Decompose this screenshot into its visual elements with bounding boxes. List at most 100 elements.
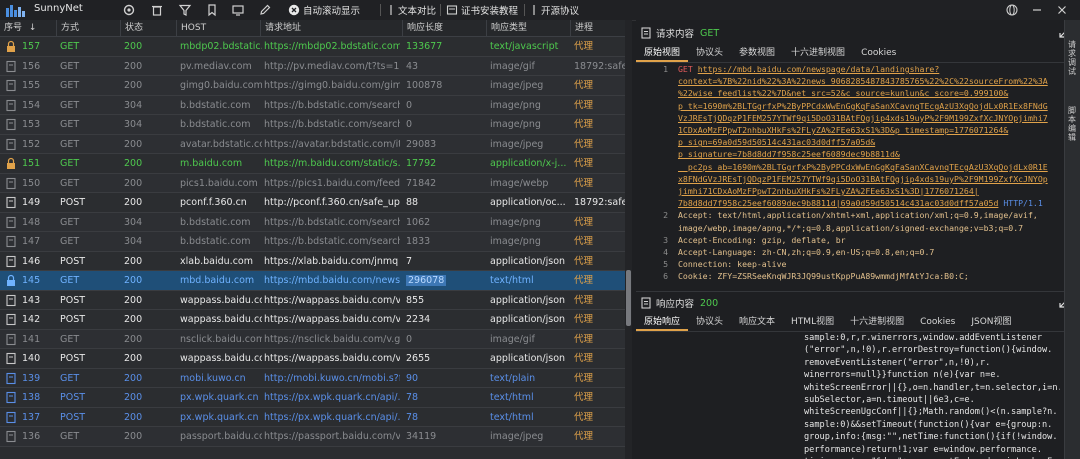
cell-url: https://px.wpk.quark.cn/api/...	[264, 392, 400, 403]
close-icon[interactable]	[1055, 3, 1069, 17]
table-row[interactable]: 156 GET 200 pv.mediav.com http://pv.mediav.c…	[0, 56, 625, 76]
table-row[interactable]: 136 GET 200 passport.baidu.comhttps://passp…	[0, 427, 625, 447]
tab-req-4[interactable]: Cookies	[853, 45, 904, 62]
response-code-line: ("error",n,!0),r.errorDestroy=function()…	[804, 345, 1053, 356]
cert-install-button[interactable]: 证书安装教程	[446, 2, 518, 18]
table-row[interactable]: 146 POST 200 xlab.baidu.com https://xlab.bai…	[0, 251, 625, 271]
table-row[interactable]: 139 GET 200 mobi.kuwo.cn http://mobi.kuwo.cn…	[0, 368, 625, 388]
code-line: p_tk=1690m%2BLTGgrfxP%2ByPPCdxWwEnGgKqFa…	[678, 100, 1048, 111]
edit-icon[interactable]	[258, 3, 272, 17]
lock-icon	[4, 157, 18, 170]
column-header-host[interactable]: HOST	[176, 20, 260, 36]
tab-req-3[interactable]: 十六进制视图	[783, 45, 853, 62]
column-header-url[interactable]: 请求地址	[260, 20, 402, 36]
list-scrollbar[interactable]	[625, 20, 632, 459]
table-row[interactable]: 150 GET 200 pics1.baidu.com https://pics1.ba…	[0, 173, 625, 193]
code-line: Accept-Encoding: gzip, deflate, br	[678, 234, 846, 245]
table-row[interactable]: 154 GET 304 b.bdstatic.com https://b.bdstati…	[0, 95, 625, 115]
table-row[interactable]: 152 GET 200 avatar.bdstatic.comhttps://avat…	[0, 134, 625, 154]
cell-url: https://pics1.baidu.com/feed/...	[264, 177, 400, 189]
side-tab-script[interactable]: 脚本编辑	[1068, 106, 1078, 142]
cell-method: GET	[60, 119, 80, 130]
cell-method: GET	[60, 41, 80, 52]
line-number	[636, 124, 668, 136]
table-row[interactable]: 137 POST 200 px.wpk.quark.cn https://px.wpk.…	[0, 407, 625, 427]
tab-resp-2[interactable]: 响应文本	[731, 314, 783, 331]
tab-resp-6[interactable]: JSON视图	[963, 314, 1019, 331]
cell-host: px.wpk.quark.cn	[180, 411, 259, 423]
line-number: 1	[663, 64, 668, 74]
request-raw-view[interactable]: 1 2 3 456 GET https://mbd.baidu.com/newsp…	[636, 63, 1064, 293]
table-row[interactable]: 142 POST 200 wappass.baidu.comhttps://wappa…	[0, 310, 625, 330]
tab-req-2[interactable]: 参数视图	[731, 45, 783, 62]
table-row[interactable]: 147 GET 304 b.bdstatic.com https://b.bdstati…	[0, 232, 625, 252]
column-header-method[interactable]: 方式	[56, 20, 120, 36]
cell-length: 78	[406, 392, 419, 403]
cell-seq: 139	[22, 372, 41, 384]
file-icon	[4, 60, 18, 73]
cell-status: 200	[124, 392, 143, 403]
cell-type: image/gif	[490, 333, 535, 345]
table-row[interactable]: 149 POST 200 pconf.f.360.cn http://pconf.f.3…	[0, 193, 625, 213]
table-row[interactable]: 141 GET 200 nsclick.baidu.com https://nsclic…	[0, 329, 625, 349]
response-raw-view[interactable]: sample:0,r,r.winerrors,window.addEventLi…	[636, 332, 1064, 459]
side-tab-debug[interactable]: 请求调试	[1068, 40, 1078, 76]
file-icon	[4, 79, 18, 92]
cell-url: https://b.bdstatic.com/searchbox...	[264, 99, 400, 111]
app-name: SunnyNet	[34, 3, 83, 14]
bookmark-icon[interactable]	[205, 3, 219, 17]
cell-status: 304	[124, 216, 143, 228]
tab-resp-3[interactable]: HTML视图	[783, 314, 842, 331]
open-source-button[interactable]: 开源协议	[530, 2, 579, 18]
tab-resp-1[interactable]: 协议头	[688, 314, 731, 331]
column-header-status[interactable]: 状态	[120, 20, 176, 36]
table-row[interactable]: 140 POST 200 wappass.baidu.comhttps://wappa…	[0, 349, 625, 369]
filter-icon[interactable]	[178, 3, 192, 17]
cell-process: 代理	[574, 353, 594, 364]
tab-resp-5[interactable]: Cookies	[912, 314, 963, 331]
table-row[interactable]: 148 GET 304 b.bdstatic.com https://b.bdstati…	[0, 212, 625, 232]
tab-req-1[interactable]: 协议头	[688, 45, 731, 62]
cell-process: 代理	[574, 119, 594, 130]
code-line: context=%7B%22nid%22%3A%22news_906828548…	[678, 76, 1048, 87]
tab-resp-0[interactable]: 原始响应	[636, 314, 689, 331]
cell-type: text/html	[490, 411, 534, 423]
text-compare-button[interactable]: 文本对比	[387, 2, 436, 18]
settings-icon[interactable]	[122, 3, 136, 17]
table-row[interactable]: 153 GET 304 b.bdstatic.com https://b.bdstati…	[0, 115, 625, 135]
tab-resp-4[interactable]: 十六进制视图	[842, 314, 912, 331]
column-header-process[interactable]: 进程	[570, 20, 625, 36]
scrollbar-thumb[interactable]	[626, 270, 631, 326]
globe-icon[interactable]	[1005, 3, 1019, 17]
file-icon	[4, 118, 18, 131]
minimize-icon[interactable]	[1030, 3, 1044, 17]
monitor-icon[interactable]	[231, 3, 245, 17]
table-row[interactable]: 143 POST 200 wappass.baidu.comhttps://wappa…	[0, 290, 625, 310]
table-row[interactable]: 138 POST 200 px.wpk.quark.cn https://px.wpk.…	[0, 388, 625, 408]
cell-method: GET	[60, 138, 80, 150]
column-header-seq[interactable]: 序号 ↓	[0, 20, 56, 36]
cell-status: 200	[124, 158, 143, 169]
trash-icon[interactable]	[150, 3, 164, 17]
column-header-type[interactable]: 响应类型	[486, 20, 570, 36]
code-line: x8FNdGVzJREsTjQDqzP1FEM257YTWf9qi5DoO31B…	[678, 173, 1048, 184]
cell-host: px.wpk.quark.cn	[180, 392, 259, 403]
cell-length: 71842	[406, 177, 437, 189]
cell-host: passport.baidu.com	[180, 431, 262, 442]
cell-url: https://wappass.baidu.com/v3/...	[264, 294, 400, 306]
auto-scroll-button[interactable]: 自动滚动显示	[288, 2, 360, 18]
table-row[interactable]: 151 GET 200 m.baidu.com https://m.baidu.com/…	[0, 154, 625, 174]
cell-status: 200	[124, 41, 143, 52]
cell-host: m.baidu.com	[180, 158, 243, 169]
code-line: jimhi71CDxAoMzFPpwT2nhbuXHkFs%2FLyZA%2FE…	[678, 186, 979, 197]
file-icon	[4, 235, 18, 248]
response-code-line: removeEventListener("error",n,!0),r.	[804, 357, 991, 368]
column-header-length[interactable]: 响应长度	[402, 20, 486, 36]
table-row[interactable]: 155 GET 200 gimg0.baidu.com https://gimg0.ba…	[0, 76, 625, 96]
line-number	[636, 148, 668, 160]
cell-url: http://pconf.f.360.cn/safe_up...	[264, 197, 400, 208]
table-row[interactable]: 145 GET 200 mbd.baidu.com https://mbd.baidu.…	[0, 271, 625, 291]
tab-req-0[interactable]: 原始视图	[636, 45, 689, 62]
cell-seq: 151	[22, 158, 41, 169]
table-row[interactable]: 157 GET 200 mbdp02.bdstatic.comhttps://mbdp…	[0, 37, 625, 57]
